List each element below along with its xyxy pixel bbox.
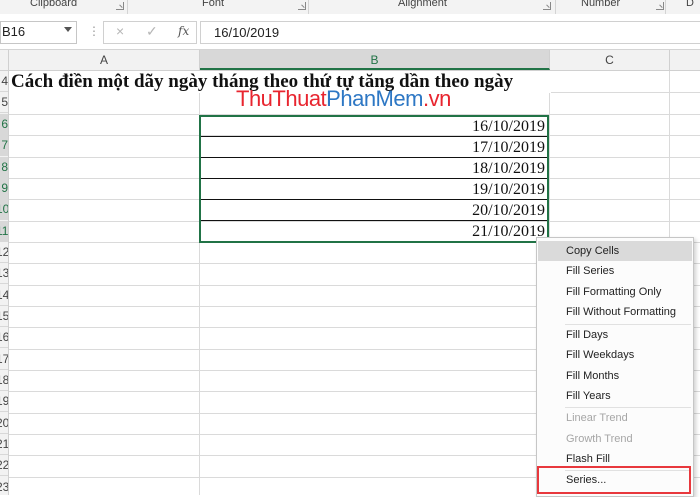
row-header[interactable]: 12 <box>0 242 8 263</box>
ribbon-group-font: Font <box>202 0 306 10</box>
select-all-corner[interactable] <box>0 50 9 70</box>
row-header[interactable]: 17 <box>0 349 8 370</box>
row-header[interactable]: 21 <box>0 434 8 455</box>
menu-item-linear-trend: Linear Trend <box>566 412 628 424</box>
alignment-dialog-launcher-icon[interactable] <box>543 2 551 10</box>
ribbon-group-next-label: D <box>686 0 694 9</box>
ribbon-separator <box>127 0 128 14</box>
row-header[interactable]: 8 <box>0 157 8 178</box>
ribbon-group-number-label: Number <box>581 0 621 9</box>
row-header[interactable]: 14 <box>0 285 8 306</box>
menu-item-fill-years[interactable]: Fill Years <box>538 386 692 406</box>
vertical-dots-icon[interactable]: ⋮ <box>88 24 100 38</box>
check-icon[interactable]: ✓ <box>146 23 158 40</box>
row-header[interactable]: 13 <box>0 263 8 284</box>
menu-item-growth-trend: Growth Trend <box>566 433 633 445</box>
row-header[interactable]: 23 <box>0 477 8 495</box>
watermark-part: PhanMem <box>326 86 423 111</box>
column-headers: A B C <box>0 50 700 71</box>
row-header[interactable]: 10 <box>0 199 8 220</box>
menu-item-fill-formatting-only[interactable]: Fill Formatting Only <box>538 282 692 302</box>
selection-range <box>199 115 549 243</box>
font-dialog-launcher-icon[interactable] <box>298 2 306 10</box>
menu-item-fill-months[interactable]: Fill Months <box>538 366 692 386</box>
menu-item-fill-weekdays[interactable]: Fill Weekdays <box>538 345 692 365</box>
row-header[interactable]: 16 <box>0 327 8 348</box>
ribbon-group-font-label: Font <box>202 0 225 9</box>
menu-item-copy-cells[interactable]: Copy Cells <box>538 241 692 261</box>
row-header[interactable]: 11 <box>0 221 8 242</box>
menu-item-fill-series[interactable]: Fill Series <box>538 261 692 281</box>
row-header[interactable]: 7 <box>0 135 8 156</box>
name-box[interactable]: B16 <box>0 21 77 44</box>
ribbon-group-alignment: Alignment <box>398 0 551 10</box>
row-header[interactable]: 20 <box>0 413 8 434</box>
series-highlight-box <box>537 466 691 494</box>
ribbon-group-number: Number <box>581 0 664 10</box>
ribbon-group-alignment-label: Alignment <box>398 0 447 9</box>
formula-buttons: × ✓ fx <box>103 21 197 44</box>
ribbon-group-bar: Clipboard Font Alignment Number D <box>0 0 700 14</box>
formula-input-value: 16/10/2019 <box>214 25 280 40</box>
column-header-d[interactable] <box>670 50 700 70</box>
ribbon-separator <box>308 0 309 14</box>
name-box-value: B16 <box>2 24 26 39</box>
row-headers: 4 5 6 7 8 9 10 11 12 13 14 15 16 17 18 1… <box>0 71 9 495</box>
watermark-logo: ThuThuatPhanMem.vn <box>236 86 451 112</box>
column-header-b[interactable]: B <box>200 50 550 70</box>
row-header[interactable]: 15 <box>0 306 8 327</box>
ribbon-separator <box>555 0 556 14</box>
row-header[interactable]: 5 <box>0 92 8 113</box>
ribbon-separator <box>665 0 666 14</box>
column-header-c[interactable]: C <box>550 50 670 70</box>
watermark-part: .vn <box>422 86 451 111</box>
row-header[interactable]: 22 <box>0 455 8 476</box>
row-header[interactable]: 6 <box>0 114 8 135</box>
row-header[interactable]: 9 <box>0 178 8 199</box>
autofill-context-menu: Copy Cells Fill Series Fill Formatting O… <box>536 237 694 497</box>
watermark-part: ThuThuat <box>236 86 327 111</box>
row-header[interactable]: 4 <box>0 71 8 92</box>
ribbon-group-clipboard-label: Clipboard <box>30 0 78 9</box>
chevron-down-icon[interactable] <box>64 27 72 32</box>
column-header-a[interactable]: A <box>9 50 200 70</box>
row-header[interactable]: 19 <box>0 391 8 412</box>
formula-bar: B16 ⋮ × ✓ fx 16/10/2019 <box>0 14 700 50</box>
menu-item-fill-days[interactable]: Fill Days <box>538 325 692 345</box>
ribbon-group-clipboard: Clipboard <box>30 0 124 10</box>
insert-function-icon[interactable]: fx <box>178 24 189 38</box>
formula-input[interactable]: 16/10/2019 <box>200 21 700 44</box>
menu-item-fill-without-formatting[interactable]: Fill Without Formatting <box>538 302 692 322</box>
ribbon-group-next: D <box>686 0 694 9</box>
cancel-icon[interactable]: × <box>116 23 124 39</box>
row-header[interactable]: 18 <box>0 370 8 391</box>
number-dialog-launcher-icon[interactable] <box>656 2 664 10</box>
clipboard-dialog-launcher-icon[interactable] <box>116 2 124 10</box>
